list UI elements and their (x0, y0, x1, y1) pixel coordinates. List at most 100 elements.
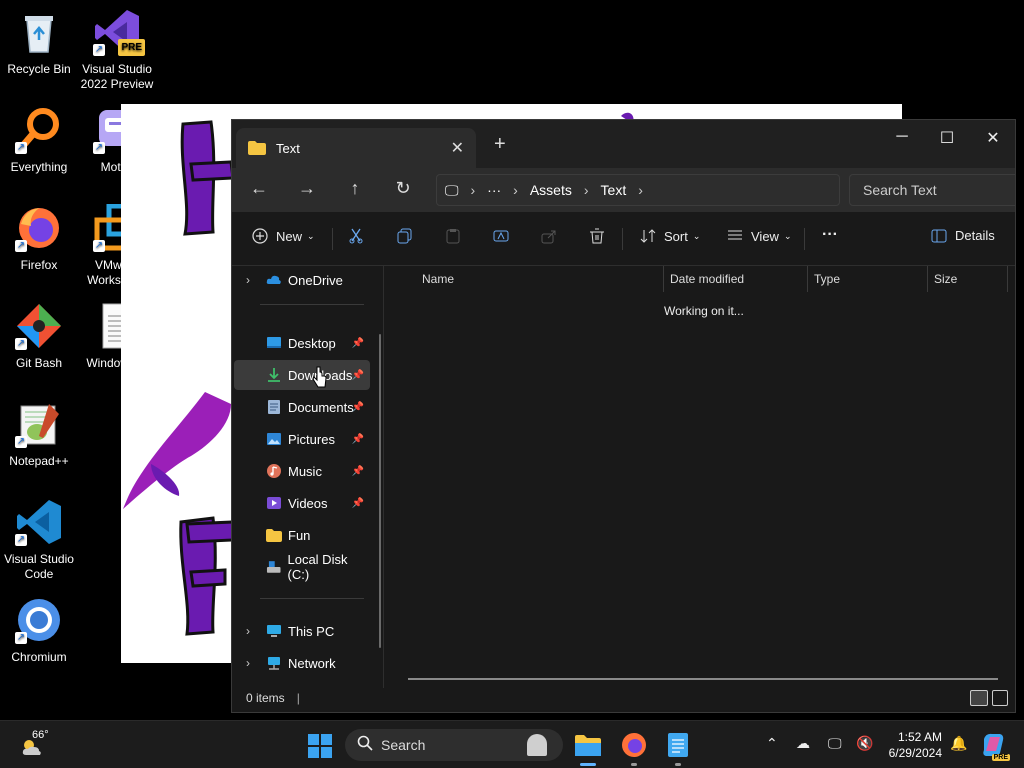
breadcrumb-assets[interactable]: Assets (530, 182, 572, 198)
running-app-indicator (675, 763, 681, 766)
chevron-right-icon: › (513, 182, 518, 198)
navigation-scrollbar[interactable] (379, 334, 381, 648)
breadcrumb-text[interactable]: Text (601, 182, 627, 198)
git-bash-icon: ↗ (15, 302, 63, 350)
sidebar-item-music[interactable]: Music 📌 (234, 456, 370, 486)
view-label: View (751, 228, 779, 244)
pin-icon[interactable]: 📌 (352, 434, 364, 445)
new-button[interactable]: New ⌄ (252, 228, 315, 244)
file-list[interactable]: Name Date modified Type Size Working on … (390, 266, 1015, 688)
desktop-icon-vscode[interactable]: ↗ Visual Studio Code (0, 498, 79, 582)
maximize-button[interactable]: ☐ (932, 128, 962, 148)
desktop-icon-everything[interactable]: ↗ Everything (0, 106, 79, 175)
large-icons-view-icon[interactable] (992, 690, 1008, 706)
column-header-type[interactable]: Type (808, 266, 928, 292)
firefox-icon: ↗ (15, 204, 63, 252)
desktop-icon-label: Visual Studio 2022 Preview (80, 62, 154, 91)
sidebar-item-videos[interactable]: Videos 📌 (234, 488, 370, 518)
pin-icon[interactable]: 📌 (352, 402, 364, 413)
address-bar-row: ← → ↑ ↻ 🖵 › ··· › Assets › Text › Search… (232, 168, 1015, 212)
pin-icon[interactable]: 📌 (352, 370, 364, 381)
sidebar-item-pictures[interactable]: Pictures 📌 (234, 424, 370, 454)
forward-arrow-icon[interactable]: → (284, 178, 330, 199)
delete-icon[interactable] (589, 228, 613, 244)
details-view-icon[interactable] (970, 690, 988, 706)
sidebar-item-documents[interactable]: Documents 📌 (234, 392, 370, 422)
chevron-right-icon[interactable]: › (638, 182, 643, 198)
sidebar-item-onedrive[interactable]: › OneDrive (234, 265, 370, 295)
sidebar-item-local-disk[interactable]: Local Disk (C:) (234, 552, 370, 582)
back-arrow-icon[interactable]: ← (236, 178, 282, 199)
column-header-name[interactable]: Name (416, 266, 664, 292)
shortcut-arrow-icon: ↗ (93, 240, 105, 252)
desktop-icon-recycle-bin[interactable]: Recycle Bin (0, 8, 79, 77)
rename-icon[interactable] (493, 228, 517, 244)
taskbar-firefox[interactable] (620, 731, 648, 766)
shortcut-arrow-icon: ↗ (15, 240, 27, 252)
desktop-icon-git-bash[interactable]: ↗ Git Bash (0, 302, 79, 371)
chevron-right-icon[interactable]: › (246, 656, 250, 670)
weather-widget[interactable]: 66° (20, 729, 64, 761)
file-explorer-window[interactable]: Text ✕ + ─ ☐ ✕ ← → ↑ ↻ 🖵 › ··· › Assets … (231, 119, 1016, 713)
sort-button[interactable]: Sort ⌄ (640, 228, 700, 244)
more-options-button[interactable]: ··· (822, 226, 838, 244)
new-label: New (276, 228, 303, 244)
taskbar-clock[interactable]: 1:52 AM 6/29/2024 (882, 729, 942, 761)
shortcut-arrow-icon: ↗ (15, 338, 27, 350)
share-icon[interactable] (541, 228, 565, 244)
new-tab-button[interactable]: + (494, 133, 506, 156)
sidebar-item-desktop[interactable]: Desktop 📌 (234, 328, 370, 358)
details-button[interactable]: Details (931, 228, 995, 243)
everything-search-icon: ↗ (15, 106, 63, 154)
sidebar-item-fun[interactable]: Fun (234, 520, 370, 550)
column-header-size[interactable]: Size (928, 266, 1008, 292)
copy-icon[interactable] (397, 228, 421, 244)
search-input[interactable]: Search Text (849, 174, 1015, 206)
taskbar-search-box[interactable]: Search (345, 729, 563, 761)
pin-icon[interactable]: 📌 (352, 338, 364, 349)
paste-icon[interactable] (445, 228, 469, 244)
volume-muted-icon[interactable]: 🔇 (856, 735, 873, 752)
cloud-icon (266, 275, 281, 284)
start-button[interactable] (307, 733, 333, 759)
desktop-icon-notepadpp[interactable]: ↗ Notepad++ (0, 400, 79, 469)
sidebar-item-network[interactable]: › Network (234, 648, 370, 678)
pin-icon[interactable]: 📌 (352, 498, 364, 509)
chevron-right-icon: › (583, 182, 589, 198)
sidebar-item-label: Pictures (288, 431, 335, 447)
desktop-icon-chromium[interactable]: ↗ Chromium (0, 596, 79, 665)
onedrive-tray-icon[interactable]: ☁ (796, 735, 810, 752)
close-tab-icon[interactable]: ✕ (451, 138, 464, 158)
tab-text[interactable]: Text ✕ (236, 128, 476, 168)
pin-icon[interactable]: 📌 (352, 466, 364, 477)
address-bar[interactable]: 🖵 › ··· › Assets › Text › (436, 174, 840, 206)
sidebar-item-this-pc[interactable]: › This PC (234, 616, 370, 646)
firefox-icon (622, 733, 646, 757)
search-icon (357, 735, 373, 754)
chevron-right-icon[interactable]: › (246, 273, 250, 287)
drive-icon (266, 561, 281, 573)
desktop-icon-visual-studio[interactable]: PRE ↗ Visual Studio 2022 Preview (77, 8, 157, 92)
chevron-right-icon[interactable]: › (246, 624, 250, 638)
cut-icon[interactable] (348, 228, 372, 244)
desktop-icon-firefox[interactable]: ↗ Firefox (0, 204, 79, 273)
up-arrow-icon[interactable]: ↑ (332, 178, 378, 199)
notification-bell-icon[interactable]: 🔔 (950, 735, 967, 752)
navigation-pane[interactable]: › OneDrive Desktop 📌 Downloads 📌 Documen… (232, 266, 384, 688)
taskbar-notepad[interactable] (664, 731, 692, 766)
refresh-icon[interactable]: ↻ (380, 178, 426, 199)
show-hidden-icons-chevron[interactable]: ⌃ (766, 735, 778, 752)
column-header-date-modified[interactable]: Date modified (664, 266, 808, 292)
close-window-button[interactable]: ✕ (978, 128, 1008, 148)
weather-temperature: 66° (32, 729, 49, 741)
sidebar-item-downloads[interactable]: Downloads 📌 (234, 360, 370, 390)
mouse-cursor-icon (312, 366, 327, 388)
minimize-button[interactable]: ─ (887, 128, 917, 146)
copilot-button[interactable]: PRE (980, 731, 1010, 761)
horizontal-scrollbar[interactable] (408, 678, 998, 680)
view-button[interactable]: View ⌄ (727, 228, 792, 244)
title-bar[interactable]: Text ✕ + ─ ☐ ✕ (232, 120, 1015, 168)
display-tray-icon[interactable]: 🖵 (828, 735, 842, 752)
taskbar-file-explorer[interactable] (574, 731, 602, 766)
breadcrumb-more[interactable]: ··· (487, 182, 501, 198)
